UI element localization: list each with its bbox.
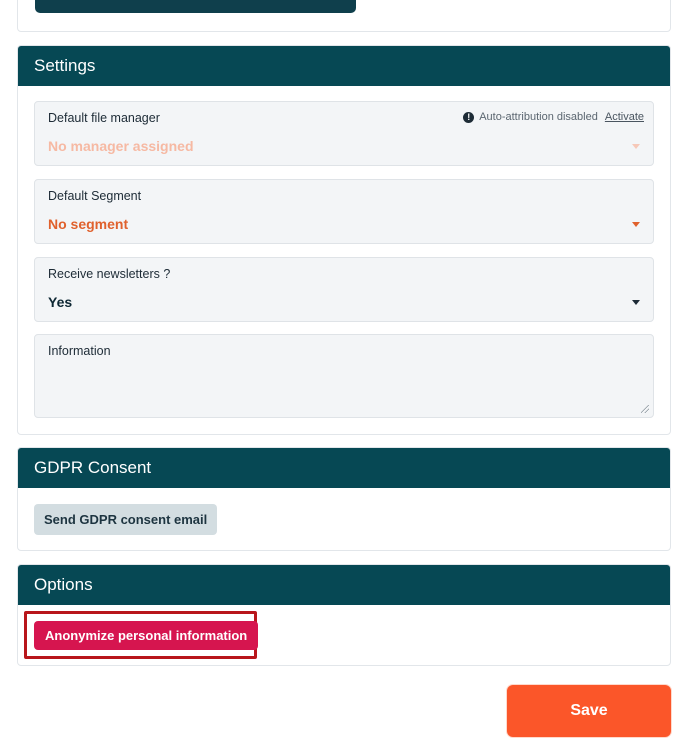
default-segment-select[interactable]: Default Segment No segment	[34, 179, 654, 244]
anonymize-personal-info-button[interactable]: Anonymize personal information	[34, 621, 259, 650]
info-circle-icon: !	[463, 111, 475, 123]
information-textarea[interactable]: Information	[34, 334, 654, 418]
options-body: Anonymize personal information	[18, 605, 670, 665]
auto-attribution-text: Auto-attribution disabled	[479, 111, 598, 123]
information-label: Information	[48, 344, 111, 358]
gdpr-consent-header: GDPR Consent	[18, 448, 670, 488]
gdpr-consent-panel: GDPR Consent Send GDPR consent email	[17, 447, 671, 551]
activate-link[interactable]: Activate	[605, 111, 644, 123]
options-panel: Options Anonymize personal information	[17, 564, 671, 666]
default-file-manager-label: Default file manager	[48, 111, 160, 125]
resize-handle-icon[interactable]	[641, 405, 649, 413]
previous-section-card	[17, 0, 671, 32]
receive-newsletters-value: Yes	[48, 294, 73, 310]
default-file-manager-select[interactable]: Default file manager ! Auto-attribution …	[34, 101, 654, 166]
previous-section-button[interactable]	[35, 0, 356, 13]
caret-down-icon	[632, 144, 640, 149]
receive-newsletters-label: Receive newsletters ?	[48, 267, 171, 281]
caret-down-icon	[632, 300, 640, 305]
send-gdpr-consent-button[interactable]: Send GDPR consent email	[34, 504, 218, 535]
auto-attribution-status: ! Auto-attribution disabled Activate	[463, 111, 644, 123]
save-button[interactable]: Save	[507, 685, 671, 737]
settings-panel: Settings Default file manager ! Auto-att…	[17, 45, 671, 435]
receive-newsletters-select[interactable]: Receive newsletters ? Yes	[34, 257, 654, 322]
default-segment-label: Default Segment	[48, 189, 142, 203]
default-file-manager-value: No manager assigned	[48, 138, 194, 154]
default-segment-value: No segment	[48, 216, 129, 232]
settings-header: Settings	[18, 46, 670, 86]
options-header: Options	[18, 565, 670, 605]
caret-down-icon	[632, 222, 640, 227]
